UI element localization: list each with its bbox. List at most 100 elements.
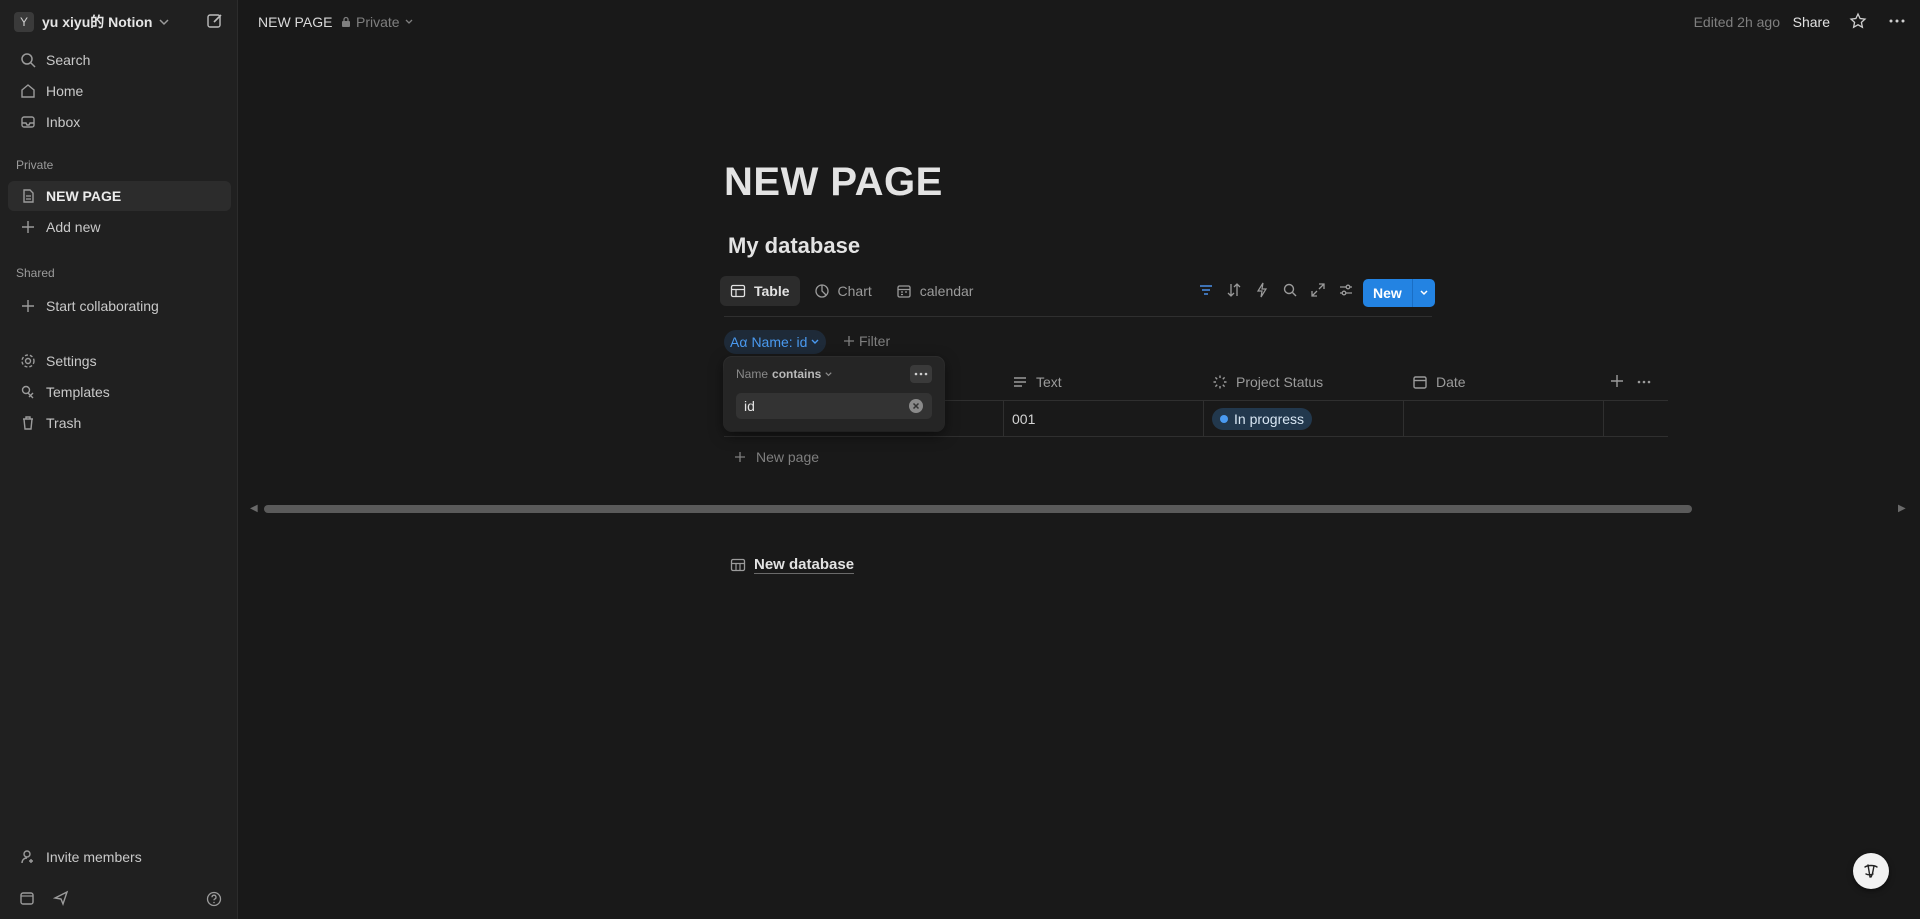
plus-icon: [18, 217, 38, 237]
tab-label: Table: [754, 283, 790, 299]
new-page-compose-icon[interactable]: [206, 12, 224, 30]
page-title[interactable]: NEW PAGE: [724, 160, 943, 205]
sidebar-item-home[interactable]: Home: [8, 76, 231, 106]
tab-chart[interactable]: Chart: [804, 276, 882, 306]
chevron-down-icon: [158, 16, 170, 28]
notion-ai-button[interactable]: [1853, 853, 1889, 889]
sidebar-item-add-new[interactable]: Add new: [8, 212, 231, 242]
status-label: In progress: [1234, 411, 1305, 427]
filter-chip-label: Name: id: [751, 334, 808, 350]
sidebar-item-invite-members[interactable]: Invite members: [8, 842, 231, 872]
more-options-icon[interactable]: [1888, 12, 1906, 30]
gear-icon: [18, 351, 38, 371]
filter-condition-selector[interactable]: Name contains: [736, 367, 833, 381]
text-property-icon: Aα: [730, 334, 748, 350]
automation-lightning-icon[interactable]: [1248, 282, 1276, 298]
workspace-avatar: Y: [14, 12, 34, 32]
sidebar-item-new-page[interactable]: NEW PAGE: [8, 181, 231, 211]
active-filter-chip[interactable]: Aα Name: id: [724, 330, 827, 354]
filter-popover: Name contains id: [724, 357, 944, 431]
privacy-label: Private: [356, 14, 400, 30]
column-header-text[interactable]: Text: [1012, 374, 1062, 390]
sidebar-item-label: Inbox: [46, 114, 81, 130]
filter-value-input[interactable]: id: [736, 393, 932, 419]
column-header-project-status[interactable]: Project Status: [1212, 374, 1323, 390]
chevron-down-icon[interactable]: [1411, 279, 1435, 307]
column-more-icon[interactable]: [1636, 374, 1652, 390]
column-header-label: Text: [1036, 374, 1062, 390]
sidebar-item-templates[interactable]: Templates: [8, 377, 231, 407]
filter-operator: contains: [772, 367, 822, 381]
new-record-button[interactable]: New: [1363, 279, 1412, 307]
new-database-link[interactable]: New database: [730, 556, 855, 574]
pie-chart-icon: [814, 284, 829, 298]
lock-icon: [342, 16, 350, 27]
section-label-private: Private: [16, 158, 54, 172]
table-cell-text[interactable]: 001: [1012, 411, 1035, 427]
section-label-shared: Shared: [16, 266, 55, 280]
sidebar-item-start-collaborating[interactable]: Start collaborating: [8, 291, 231, 321]
text-lines-icon: [1014, 377, 1026, 387]
sidebar-item-search[interactable]: Search: [8, 45, 231, 75]
inbox-icon: [18, 112, 38, 132]
chevron-down-icon: [405, 19, 413, 24]
notion-ai-face-icon: [1864, 864, 1878, 878]
send-icon[interactable]: [50, 887, 72, 909]
edited-timestamp: Edited 2h ago: [1693, 14, 1780, 30]
horizontal-scrollbar[interactable]: [264, 505, 1692, 513]
add-column-icon[interactable]: [1610, 374, 1624, 388]
tab-table[interactable]: Table: [720, 276, 800, 306]
sidebar-item-label: Trash: [46, 415, 82, 431]
add-filter-label: Filter: [859, 333, 891, 349]
tab-calendar[interactable]: calendar: [886, 276, 984, 306]
workspace-switcher[interactable]: Y yu xiyu的 Notion: [14, 10, 170, 34]
breadcrumb[interactable]: NEW PAGE: [258, 14, 332, 30]
share-button[interactable]: Share: [1793, 14, 1830, 30]
page-icon: [18, 186, 38, 206]
filter-more-options-icon[interactable]: [910, 365, 932, 383]
expand-icon[interactable]: [1304, 282, 1332, 298]
chevron-down-icon: [825, 371, 833, 376]
scroll-left-arrow-icon[interactable]: ◀: [250, 503, 258, 514]
calendar-icon: [897, 285, 911, 298]
new-page-row-button[interactable]: New page: [734, 449, 819, 465]
top-bar: NEW PAGE Private Edited 2h ago Share: [238, 0, 1920, 44]
filter-icon[interactable]: [1192, 282, 1220, 298]
search-icon[interactable]: [1276, 282, 1304, 298]
settings-sliders-icon[interactable]: [1332, 282, 1360, 298]
tab-label: calendar: [919, 283, 974, 299]
workspace-name: yu xiyu的 Notion: [42, 14, 153, 30]
column-header-date[interactable]: Date: [1412, 374, 1466, 390]
trash-icon: [18, 413, 38, 433]
new-database-label: New database: [754, 556, 855, 574]
star-icon[interactable]: [1849, 12, 1867, 30]
column-divider: [1403, 400, 1404, 436]
add-filter-button[interactable]: Filter: [843, 333, 890, 349]
calendar-app-icon[interactable]: [16, 887, 38, 909]
sidebar-item-label: NEW PAGE: [46, 188, 122, 204]
table-row-divider: [724, 436, 1668, 437]
search-icon: [18, 50, 38, 70]
sidebar-item-label: Start collaborating: [46, 298, 159, 314]
status-badge[interactable]: In progress: [1212, 408, 1313, 430]
new-record-button-group: New: [1363, 279, 1435, 307]
calendar-icon: [1413, 376, 1427, 389]
home-icon: [18, 81, 38, 101]
privacy-indicator[interactable]: Private: [340, 14, 418, 30]
scroll-right-arrow-icon[interactable]: ▶: [1898, 503, 1906, 514]
tab-label: Chart: [837, 283, 872, 299]
toolbar-divider: [724, 316, 1432, 317]
status-dot: [1220, 415, 1228, 423]
sidebar-item-inbox[interactable]: Inbox: [8, 107, 231, 137]
database-title[interactable]: My database: [728, 233, 860, 259]
sort-icon[interactable]: [1220, 282, 1248, 298]
sidebar-item-trash[interactable]: Trash: [8, 408, 231, 438]
help-icon[interactable]: [206, 891, 222, 907]
sidebar-item-label: Add new: [46, 219, 101, 235]
column-divider: [1603, 400, 1604, 436]
clear-input-icon[interactable]: [908, 398, 924, 414]
database-toolbar: [1192, 282, 1360, 298]
sidebar-item-settings[interactable]: Settings: [8, 346, 231, 376]
table-icon: [730, 284, 746, 298]
column-divider: [1003, 400, 1004, 436]
